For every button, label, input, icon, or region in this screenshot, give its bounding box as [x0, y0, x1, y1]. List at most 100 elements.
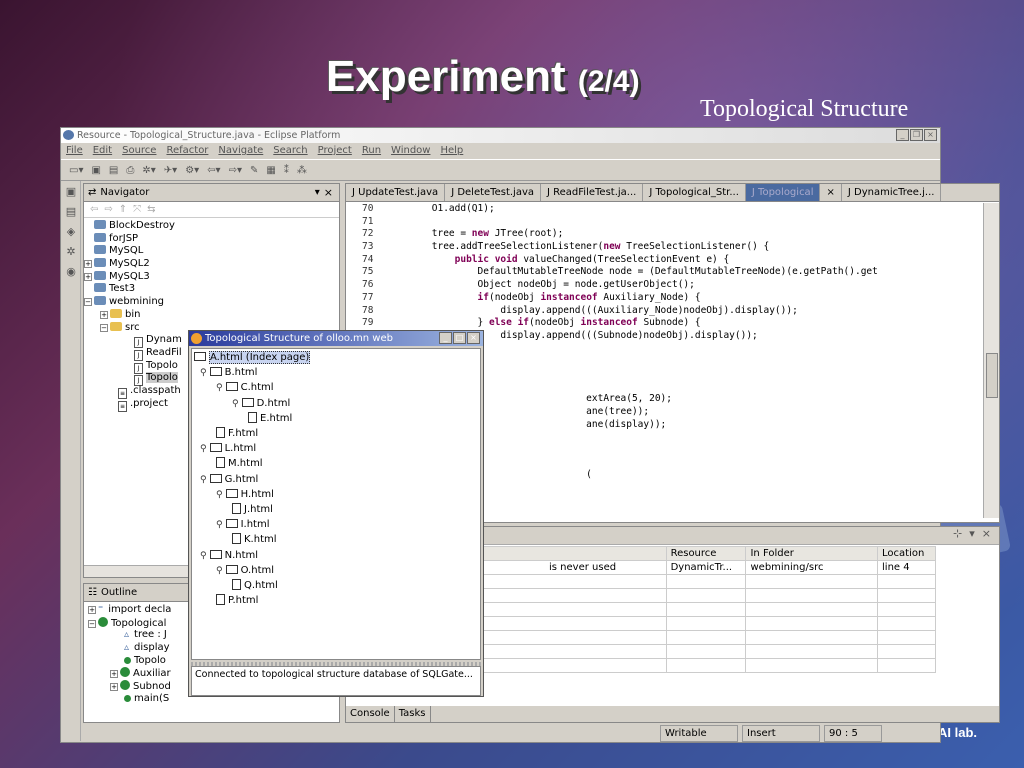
tree-item[interactable]: Test3 — [84, 283, 339, 296]
tab-dynamictree[interactable]: J DynamicTree.j... — [842, 184, 942, 201]
code-line[interactable]: 76 Object nodeObj = node.getUserObject()… — [362, 279, 986, 292]
back-nav-icon[interactable]: ⇦ — [90, 204, 98, 215]
tree-node[interactable]: A.html (Index page) — [194, 351, 311, 364]
menu-edit[interactable]: Edit — [93, 144, 112, 159]
maximize-button[interactable]: □ — [453, 332, 466, 344]
minimize-button[interactable]: _ — [896, 129, 909, 141]
up-nav-icon[interactable]: ⇑ — [119, 204, 127, 215]
tree-node[interactable]: ⚲ H.html — [216, 488, 274, 501]
expand-key-icon[interactable]: ⚲ — [232, 399, 239, 409]
view-menu-icon[interactable]: ▾ — [315, 187, 320, 198]
collapse-node-icon[interactable]: − — [88, 619, 96, 628]
tab-deletetest[interactable]: J DeleteTest.java — [445, 184, 542, 201]
print-icon[interactable]: ⎙ — [124, 165, 136, 176]
edit-icon[interactable]: ✎ — [248, 165, 260, 176]
tab-tasks[interactable]: Tasks — [395, 706, 431, 722]
expand-key-icon[interactable]: ⚲ — [200, 475, 207, 485]
scroll-thumb[interactable] — [986, 353, 998, 398]
menu-help[interactable]: Help — [440, 144, 463, 159]
tree-node[interactable]: M.html — [216, 457, 263, 470]
column-header[interactable]: Location — [877, 546, 936, 561]
tab-readfiletest[interactable]: J ReadFileTest.ja... — [541, 184, 644, 201]
resource-icon[interactable]: ▤ — [64, 205, 78, 219]
expand-key-icon[interactable]: ⚲ — [216, 383, 223, 393]
code-line[interactable]: 77 if(nodeObj instanceof Auxiliary_Node)… — [362, 292, 986, 305]
tree-node[interactable]: ⚲ I.html — [216, 518, 270, 531]
menu-navigate[interactable]: Navigate — [218, 144, 263, 159]
tab-console[interactable]: Console — [346, 706, 395, 722]
collapse-node-icon[interactable]: − — [84, 298, 92, 307]
tree-node[interactable]: ⚲ C.html — [216, 381, 274, 394]
forward-nav-icon[interactable]: ⇨ — [104, 204, 112, 215]
expand-icon[interactable]: + — [110, 670, 118, 679]
expand-key-icon[interactable]: ⚲ — [216, 490, 223, 500]
code-line[interactable]: 75 DefaultMutableTreeNode node = (Defaul… — [362, 266, 986, 279]
tree-node[interactable]: P.html — [216, 594, 258, 607]
code-line[interactable]: 72 tree = new JTree(root); — [362, 228, 986, 241]
new-icon[interactable]: ▭▾ — [67, 165, 85, 176]
team-icon[interactable]: ◉ — [64, 265, 78, 279]
debug-icon[interactable]: ✲▾ — [140, 165, 157, 176]
expand-icon[interactable]: + — [110, 683, 118, 692]
expand-key-icon[interactable]: ⚲ — [200, 551, 207, 561]
expand-icon[interactable]: + — [84, 260, 92, 269]
menu-window[interactable]: Window — [391, 144, 430, 159]
run-icon[interactable]: ✈▾ — [162, 165, 179, 176]
tree-node[interactable]: ⚲ L.html — [200, 442, 256, 455]
perspective-icon[interactable]: ▣ — [64, 185, 78, 199]
back-icon[interactable]: ⇦▾ — [205, 165, 222, 176]
debug-perspective-icon[interactable]: ✲ — [64, 245, 78, 259]
tree-node[interactable]: F.html — [216, 427, 258, 440]
maximize-button[interactable]: ❐ — [910, 129, 923, 141]
tree-node[interactable]: ⚲ B.html — [200, 366, 257, 379]
code-line[interactable]: 73 tree.addTreeSelectionListener(new Tre… — [362, 241, 986, 254]
menu-source[interactable]: Source — [122, 144, 156, 159]
close-button[interactable]: × — [924, 129, 937, 141]
tree-node[interactable]: J.html — [232, 503, 273, 516]
view-menu-icon[interactable]: ▾ — [969, 527, 975, 540]
tree-node[interactable]: E.html — [248, 411, 292, 425]
collapse-icon[interactable]: ⤧ — [133, 204, 141, 215]
link-icon[interactable]: ⇆ — [147, 204, 155, 215]
tree-node[interactable]: ⚲ O.html — [216, 564, 274, 577]
tree-item[interactable]: − webmining — [84, 296, 339, 309]
list-icon[interactable]: ▦ — [264, 165, 277, 176]
close-view-icon[interactable]: × — [324, 186, 339, 199]
tab-close-icon[interactable]: × — [820, 184, 842, 201]
menu-refactor[interactable]: Refactor — [166, 144, 208, 159]
external-tools-icon[interactable]: ⚙▾ — [183, 165, 201, 176]
expand-key-icon[interactable]: ⚲ — [216, 520, 223, 530]
tab-topological-str[interactable]: J Topological_Str... — [643, 184, 746, 201]
code-line[interactable]: 78 display.append(((Auxiliary_Node)nodeO… — [362, 305, 986, 318]
expand-key-icon[interactable]: ⚲ — [216, 566, 223, 576]
expand-icon[interactable]: + — [88, 606, 96, 614]
code-line[interactable]: 79 } else if(nodeObj instanceof Subnode)… — [362, 317, 986, 330]
filter-icon[interactable]: ⊹ — [953, 527, 962, 540]
collapse-node-icon[interactable]: − — [100, 323, 108, 332]
tree-item[interactable]: + MySQL2 — [84, 258, 339, 271]
code-line[interactable]: 74 public void valueChanged(TreeSelectio… — [362, 254, 986, 267]
tab-topological-active[interactable]: J Topological — [745, 184, 821, 201]
menu-file[interactable]: File — [66, 144, 83, 159]
minimize-button[interactable]: _ — [439, 332, 452, 344]
menu-run[interactable]: Run — [362, 144, 381, 159]
tree-item[interactable]: + MySQL3 — [84, 270, 339, 284]
expand-key-icon[interactable]: ⚲ — [200, 368, 207, 378]
code-line[interactable]: 70 O1.add(Q1); — [362, 203, 986, 216]
java-icon[interactable]: ◈ — [64, 225, 78, 239]
column-header[interactable]: In Folder — [745, 546, 879, 561]
tree-node[interactable]: ⚲ D.html — [232, 397, 290, 410]
tree-item[interactable]: BlockDestroy — [84, 220, 339, 233]
tree-node[interactable]: K.html — [232, 533, 277, 546]
column-header[interactable]: Resource — [665, 546, 747, 561]
tree-node[interactable]: ⚲ G.html — [200, 473, 258, 486]
tree-item[interactable]: + bin — [84, 308, 339, 322]
code-line[interactable]: 71 — [362, 216, 986, 229]
expand-icon[interactable]: + — [84, 272, 92, 281]
editor-scrollbar[interactable] — [983, 203, 999, 518]
menu-project[interactable]: Project — [318, 144, 352, 159]
expand-key-icon[interactable]: ⚲ — [200, 444, 207, 454]
close-button[interactable]: × — [467, 332, 480, 344]
hierarchy-icon[interactable]: ⁑ — [282, 165, 291, 176]
tree-item[interactable]: forJSP — [84, 232, 339, 246]
